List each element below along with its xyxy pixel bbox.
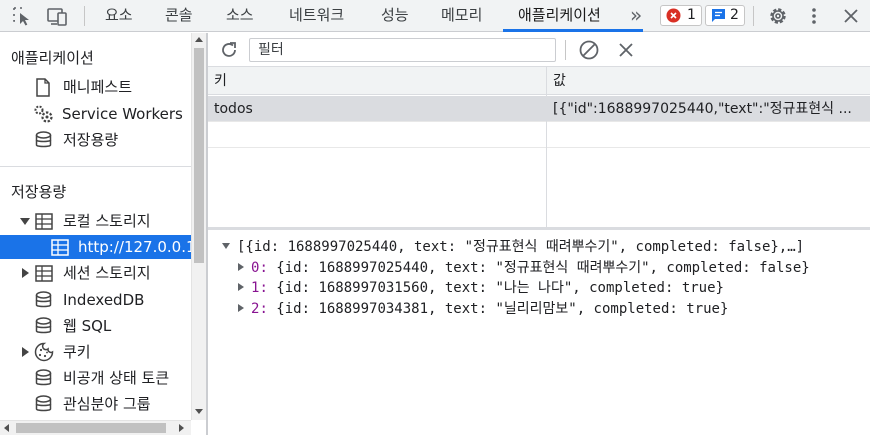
document-icon (35, 78, 51, 105)
preview-item-body: {id: 1688997034381, text: "닐리리맘보", compl… (276, 301, 729, 317)
scroll-up-arrow-icon[interactable] (195, 37, 203, 42)
gears-icon (33, 104, 55, 132)
column-divider (546, 67, 547, 227)
devtools-toolbar: 요소 콘솔 소스 네트워크 성능 메모리 애플리케이션 » 1 2 (0, 0, 870, 32)
error-icon (666, 8, 681, 29)
scroll-left-arrow-icon[interactable] (4, 424, 9, 432)
sidebar-item-label: 저장용량 (63, 131, 119, 149)
database-icon (35, 395, 52, 421)
more-tabs-button[interactable]: » (630, 0, 642, 31)
table-icon (35, 264, 53, 290)
database-icon (35, 317, 52, 343)
delete-selected-icon[interactable] (617, 41, 635, 63)
filter-input[interactable] (249, 38, 556, 62)
collapse-arrow-icon[interactable] (238, 283, 244, 291)
clear-all-icon[interactable] (578, 39, 600, 65)
database-icon (35, 291, 52, 317)
sidebar-section-storage: 저장용량 (11, 183, 67, 201)
storage-toolbar (208, 33, 870, 67)
refresh-icon[interactable] (219, 40, 239, 64)
row-divider (208, 147, 870, 148)
column-header-key[interactable]: 키 (208, 67, 546, 95)
preview-summary[interactable]: [{id: 1688997025440, text: "정규표현식 때려뿌수기"… (237, 237, 804, 257)
collapse-arrow-icon[interactable] (22, 268, 29, 278)
active-tab-indicator (503, 29, 643, 32)
sidebar-item-label: 비공개 상태 토큰 (63, 369, 170, 387)
scrollbar-thumb[interactable] (16, 423, 166, 433)
device-toggle-icon[interactable] (46, 5, 68, 27)
tab-elements[interactable]: 요소 (105, 0, 133, 31)
sidebar-item-label: 관심분야 그룹 (63, 395, 151, 413)
messages-count: 2 (730, 7, 739, 23)
toolbar-divider (84, 6, 85, 26)
scroll-right-arrow-icon[interactable] (179, 424, 184, 432)
preview-item-body: {id: 1688997025440, text: "정규표현식 때려뿌수기",… (276, 260, 810, 276)
expand-arrow-icon[interactable] (222, 243, 230, 249)
table-cell-key[interactable]: todos (208, 96, 546, 122)
sidebar-item-label: 세션 스토리지 (63, 264, 151, 282)
collapse-arrow-icon[interactable] (238, 263, 244, 271)
sidebar-item-label: 웹 SQL (63, 317, 112, 335)
tab-console[interactable]: 콘솔 (165, 0, 193, 31)
inspect-icon[interactable] (11, 5, 33, 27)
sidebar-item-label: 매니페스트 (63, 78, 133, 96)
sidebar-divider (0, 166, 191, 167)
messages-badge[interactable]: 2 (705, 5, 745, 26)
value-preview-panel: [{id: 1688997025440, text: "정규표현식 때려뿌수기"… (208, 230, 870, 435)
collapse-arrow-icon[interactable] (238, 304, 244, 312)
sidebar-item-label: IndexedDB (63, 291, 145, 309)
scrollbar-thumb[interactable] (194, 48, 204, 263)
sidebar-item-label: 로컬 스토리지 (63, 212, 151, 230)
tab-network[interactable]: 네트워크 (289, 0, 344, 31)
storage-table: 키 값 todos [{"id":1688997025440,"text":"정… (208, 67, 870, 227)
close-icon[interactable] (840, 5, 862, 27)
sidebar-item-label: http://127.0.0.1:5 (78, 238, 191, 256)
kebab-menu-icon[interactable] (803, 5, 825, 27)
sidebar-horizontal-scrollbar[interactable] (0, 420, 191, 435)
table-cell-value[interactable]: [{"id":1688997025440,"text":"정규표현식 ... (547, 96, 870, 122)
message-icon (711, 8, 726, 29)
tab-application[interactable]: 애플리케이션 (518, 0, 601, 31)
errors-badge[interactable]: 1 (660, 5, 702, 26)
scroll-down-arrow-icon[interactable] (195, 409, 203, 414)
sidebar-item-label: 쿠키 (63, 343, 91, 361)
preview-item[interactable]: 0: {id: 1688997025440, text: "정규표현식 때려뿌수… (251, 258, 810, 278)
toolbar-divider (565, 40, 566, 60)
tab-memory[interactable]: 메모리 (441, 0, 482, 31)
preview-item-body: {id: 1688997031560, text: "나는 나다", compl… (276, 280, 724, 296)
cookie-icon (34, 342, 54, 370)
expand-arrow-icon[interactable] (20, 218, 30, 225)
toolbar-divider (753, 6, 754, 26)
preview-item[interactable]: 1: {id: 1688997031560, text: "나는 나다", co… (251, 278, 724, 298)
tab-performance[interactable]: 성능 (381, 0, 409, 31)
application-sidebar: 애플리케이션 매니페스트 Service Workers 저장용량 저장용량 로… (0, 33, 191, 423)
database-icon (35, 369, 52, 395)
gear-icon[interactable] (767, 5, 789, 27)
collapse-arrow-icon[interactable] (22, 347, 29, 357)
database-icon (35, 131, 52, 157)
sidebar-vertical-scrollbar[interactable] (191, 33, 206, 420)
tab-sources[interactable]: 소스 (226, 0, 254, 31)
column-header-value[interactable]: 값 (547, 67, 870, 95)
sidebar-section-application: 애플리케이션 (11, 49, 94, 67)
errors-count: 1 (687, 7, 696, 23)
preview-item[interactable]: 2: {id: 1688997034381, text: "닐리리맘보", co… (251, 299, 728, 319)
row-divider (208, 121, 870, 122)
sidebar-item-label: Service Workers (62, 105, 183, 123)
